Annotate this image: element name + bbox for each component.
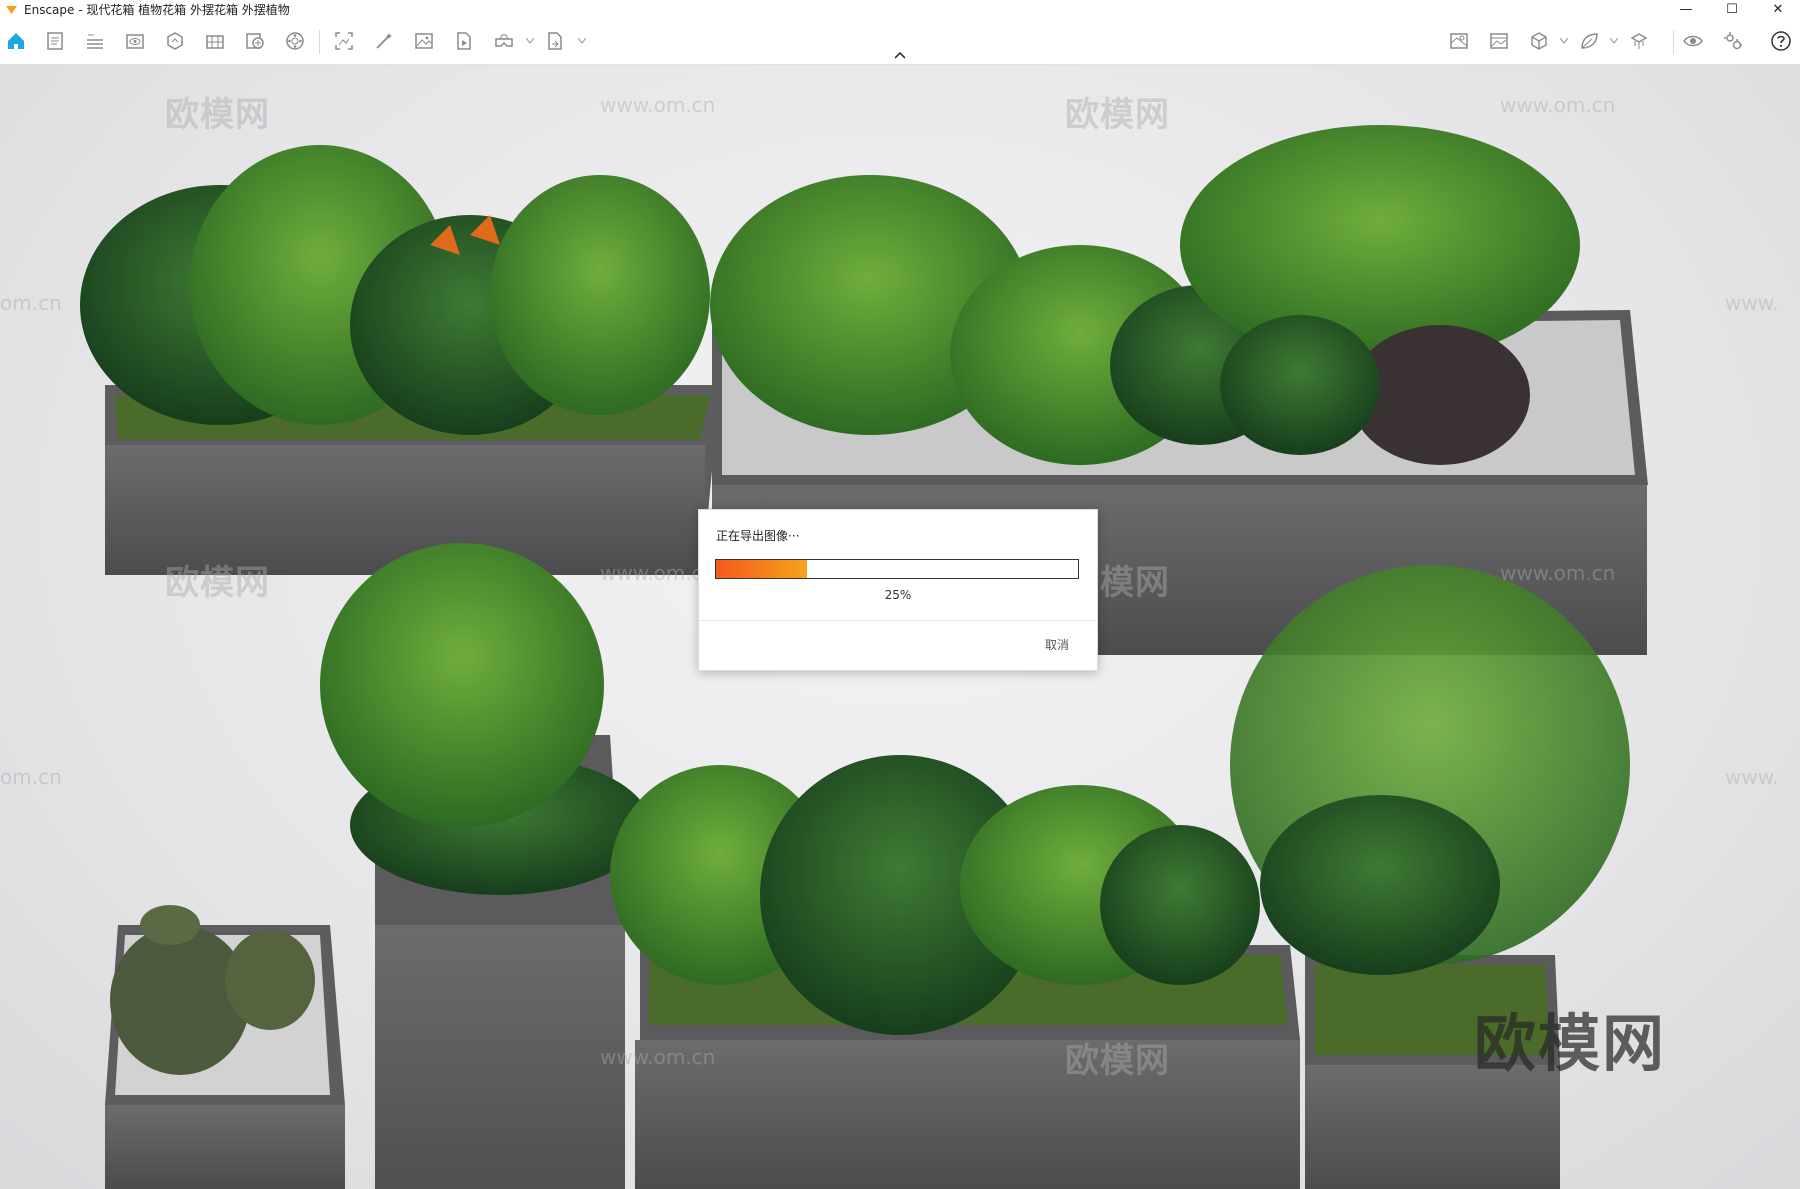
export-progress-dialog: 正在导出图像··· 25% 取消: [698, 509, 1098, 671]
watermark-url-partial-right: www.: [1725, 765, 1779, 789]
cube-icon[interactable]: [1526, 28, 1552, 54]
watermark-brand: 欧模网: [165, 563, 270, 603]
watermark-url-partial-left: om.cn: [0, 765, 62, 789]
enscape-logo-icon: [5, 3, 18, 16]
chevron-down-icon[interactable]: [525, 34, 535, 48]
video-editor-icon[interactable]: [451, 28, 477, 54]
dialog-divider: [699, 620, 1097, 621]
visual-settings-icon[interactable]: [122, 28, 148, 54]
watermark-url: www.om.cn: [1500, 93, 1616, 117]
minimize-button[interactable]: —: [1664, 0, 1708, 18]
toolbar-separator: [319, 30, 320, 54]
watermark-url: www.om.cn: [1500, 561, 1616, 585]
window-title: Enscape - 现代花箱 植物花箱 外摆花箱 外摆植物: [24, 2, 290, 17]
chevron-down-icon[interactable]: [1609, 34, 1619, 48]
watermark-url: www.om.cn: [600, 1045, 716, 1069]
watermark-url-partial-right: www.: [1725, 291, 1779, 315]
help-icon[interactable]: [1768, 28, 1794, 54]
screenshot-icon[interactable]: [331, 28, 357, 54]
capture-icon[interactable]: [242, 28, 268, 54]
vr-headset-icon[interactable]: [491, 28, 517, 54]
watermark-brand: 欧模网: [1065, 95, 1170, 135]
leaf-icon[interactable]: [1576, 28, 1602, 54]
home-icon[interactable]: [3, 28, 29, 54]
material-editor-icon[interactable]: [202, 28, 228, 54]
planter-topiary: [320, 543, 650, 1189]
bim-icon[interactable]: [82, 28, 108, 54]
eye-icon[interactable]: [1680, 28, 1706, 54]
orthographic-icon[interactable]: [1626, 28, 1652, 54]
title-bar: Enscape - 现代花箱 植物花箱 外摆花箱 外摆植物 — ☐ ✕: [0, 0, 1800, 18]
chevron-down-icon[interactable]: [577, 34, 587, 48]
planter-cactus: [105, 905, 345, 1189]
export-icon[interactable]: [542, 28, 568, 54]
close-button[interactable]: ✕: [1756, 0, 1800, 18]
watermark-brand: 欧模网: [165, 95, 270, 135]
image-export-icon[interactable]: [411, 28, 437, 54]
planter-bottom-long: [610, 755, 1300, 1189]
toolbar-separator: [1673, 30, 1674, 54]
collapse-toolbar-chevron-up-icon[interactable]: [890, 48, 910, 62]
settings-icon[interactable]: [1720, 28, 1746, 54]
planter-top-left: [80, 145, 720, 575]
watermark-corner-brand: 欧模网: [1474, 1007, 1667, 1080]
export-progress-bar: [715, 559, 1079, 579]
watermark-url: www.om.cn: [600, 93, 716, 117]
image-icon[interactable]: [1486, 28, 1512, 54]
asset-library-icon[interactable]: [162, 28, 188, 54]
watermark-url-partial-left: om.cn: [0, 291, 62, 315]
cancel-button[interactable]: 取消: [1045, 636, 1069, 653]
panorama-icon[interactable]: [282, 28, 308, 54]
watermark-brand: 欧模网: [1065, 1041, 1170, 1081]
document-icon[interactable]: [42, 28, 68, 54]
map-icon[interactable]: [1446, 28, 1472, 54]
progress-fill: [716, 560, 807, 578]
magic-wand-icon[interactable]: [371, 28, 397, 54]
dialog-title: 正在导出图像···: [716, 529, 800, 543]
progress-percent-label: 25%: [884, 588, 912, 602]
chevron-down-icon[interactable]: [1559, 34, 1569, 48]
maximize-button[interactable]: ☐: [1710, 0, 1754, 18]
